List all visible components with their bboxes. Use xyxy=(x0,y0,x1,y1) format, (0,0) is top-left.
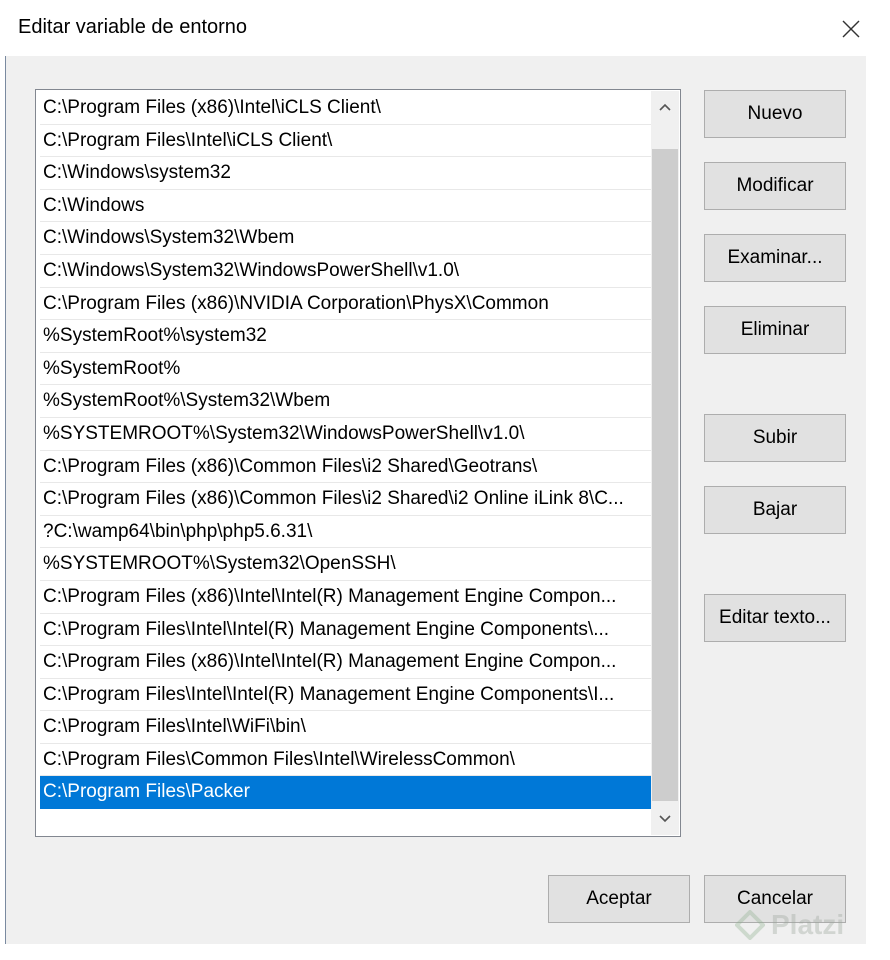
chevron-down-icon xyxy=(659,815,671,823)
scroll-thumb[interactable] xyxy=(652,149,678,801)
list-item[interactable]: C:\Program Files\Packer xyxy=(40,776,651,810)
list-item[interactable]: C:\Program Files (x86)\NVIDIA Corporatio… xyxy=(40,288,651,321)
list-item[interactable]: %SystemRoot%\system32 xyxy=(40,320,651,353)
list-item[interactable]: C:\Program Files (x86)\Intel\iCLS Client… xyxy=(40,92,651,125)
chevron-up-icon xyxy=(659,103,671,111)
list-item[interactable]: %SystemRoot% xyxy=(40,353,651,386)
edit-text-button[interactable]: Editar texto... xyxy=(704,594,846,642)
vertical-scrollbar[interactable] xyxy=(651,91,679,835)
path-list[interactable]: C:\Program Files (x86)\Intel\iCLS Client… xyxy=(35,89,681,837)
edit-env-variable-dialog: Editar variable de entorno C:\Program Fi… xyxy=(0,0,890,960)
delete-button[interactable]: Eliminar xyxy=(704,306,846,354)
scroll-up-button[interactable] xyxy=(651,91,679,123)
list-item[interactable]: C:\Windows xyxy=(40,190,651,223)
list-item[interactable]: %SYSTEMROOT%\System32\OpenSSH\ xyxy=(40,548,651,581)
list-item[interactable]: C:\Windows\System32\Wbem xyxy=(40,222,651,255)
list-item[interactable]: C:\Program Files\Intel\iCLS Client\ xyxy=(40,125,651,158)
list-item[interactable]: C:\Program Files (x86)\Common Files\i2 S… xyxy=(40,483,651,516)
ok-button[interactable]: Aceptar xyxy=(548,875,690,923)
window-right-edge xyxy=(866,56,890,960)
new-button[interactable]: Nuevo xyxy=(704,90,846,138)
list-item[interactable]: ?C:\wamp64\bin\php\php5.6.31\ xyxy=(40,516,651,549)
list-item[interactable]: C:\Program Files (x86)\Intel\Intel(R) Ma… xyxy=(40,646,651,679)
close-button[interactable] xyxy=(832,10,870,48)
list-item[interactable]: C:\Program Files (x86)\Intel\Intel(R) Ma… xyxy=(40,581,651,614)
browse-button[interactable]: Examinar... xyxy=(704,234,846,282)
scroll-down-button[interactable] xyxy=(651,803,679,835)
close-icon xyxy=(842,20,860,38)
list-item[interactable]: C:\Program Files\Intel\Intel(R) Manageme… xyxy=(40,614,651,647)
list-item[interactable]: %SYSTEMROOT%\System32\WindowsPowerShell\… xyxy=(40,418,651,451)
list-item[interactable]: C:\Program Files\Common Files\Intel\Wire… xyxy=(40,744,651,777)
list-item[interactable]: C:\Windows\system32 xyxy=(40,157,651,190)
cancel-button[interactable]: Cancelar xyxy=(704,875,846,923)
move-down-button[interactable]: Bajar xyxy=(704,486,846,534)
list-item[interactable]: C:\Windows\System32\WindowsPowerShell\v1… xyxy=(40,255,651,288)
title-bar: Editar variable de entorno xyxy=(0,0,890,56)
path-list-rows: C:\Program Files (x86)\Intel\iCLS Client… xyxy=(40,92,651,810)
list-item[interactable]: C:\Program Files (x86)\Common Files\i2 S… xyxy=(40,451,651,484)
dialog-title: Editar variable de entorno xyxy=(18,16,248,38)
list-item[interactable]: C:\Program Files\Intel\WiFi\bin\ xyxy=(40,711,651,744)
list-item[interactable]: %SystemRoot%\System32\Wbem xyxy=(40,385,651,418)
window-bottom-edge xyxy=(0,944,890,960)
list-item[interactable]: C:\Program Files\Intel\Intel(R) Manageme… xyxy=(40,679,651,712)
modify-button[interactable]: Modificar xyxy=(704,162,846,210)
move-up-button[interactable]: Subir xyxy=(704,414,846,462)
